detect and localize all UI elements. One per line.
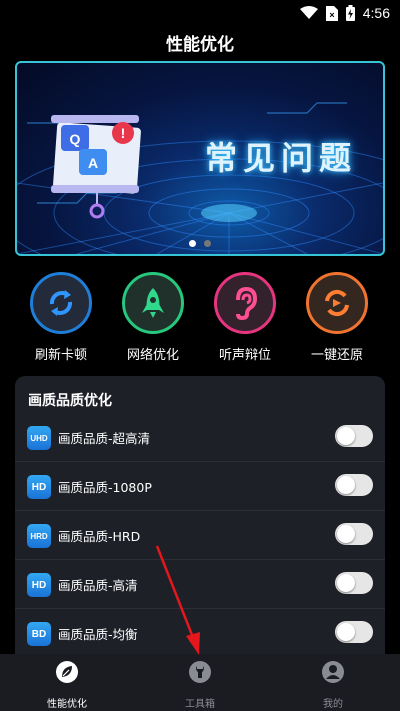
nav-item-toolbox[interactable]: 工具箱 — [155, 660, 245, 710]
nav-item-performance[interactable]: 性能优化 — [22, 660, 112, 710]
list-item-label: 画质品质-高清 — [58, 578, 138, 593]
toggle-switch[interactable] — [335, 572, 373, 594]
quick-action-label: 一键还原 — [310, 348, 363, 363]
list-item-label: 画质品质-超高清 — [58, 431, 151, 446]
sound-button[interactable] — [214, 272, 276, 334]
pagination-dot-active[interactable] — [189, 240, 196, 247]
toggle-knob — [337, 574, 355, 592]
toggle-switch[interactable] — [335, 621, 373, 643]
nav-label: 性能优化 — [47, 699, 87, 710]
leaf-icon — [56, 661, 78, 683]
list-item-label: 画质品质-HRD — [58, 529, 141, 544]
battery-icon — [345, 5, 355, 21]
list-item-label: 画质品质-均衡 — [58, 627, 138, 642]
network-button[interactable] — [122, 272, 184, 334]
quick-action-network[interactable]: 网络优化 — [108, 272, 198, 363]
refresh-button[interactable] — [30, 272, 92, 334]
qa-letter-a: A — [88, 155, 98, 171]
list-item: BD 画质品质-均衡 — [15, 609, 385, 658]
hd-badge-icon: HD — [27, 573, 51, 597]
nav-label: 我的 — [323, 699, 343, 710]
toggle-knob — [337, 476, 355, 494]
banner-title: 常见问题 — [205, 139, 358, 177]
list-item-label: 画质品质-1080P — [58, 480, 152, 495]
hrd-badge-icon: HRD — [27, 524, 51, 548]
list-item: HD 画质品质-高清 — [15, 560, 385, 609]
no-sim-icon: × — [325, 5, 338, 21]
status-bar: × 4:56 — [0, 0, 400, 26]
pagination-dot[interactable] — [204, 240, 211, 247]
quick-action-refresh[interactable]: 刷新卡顿 — [16, 272, 106, 363]
quick-actions: 刷新卡顿 网络优化 听声辩位 一键还原 — [0, 272, 400, 364]
banner-pagination — [0, 240, 400, 247]
toggle-switch[interactable] — [335, 474, 373, 496]
quick-action-label: 刷新卡顿 — [34, 348, 87, 363]
ear-icon — [236, 286, 258, 320]
faq-banner[interactable]: Q A ! 常见问题 — [15, 61, 385, 256]
toggle-knob — [337, 525, 355, 543]
svg-text:×: × — [329, 10, 334, 20]
page-title: 性能优化 — [166, 35, 234, 55]
section-title: 画质品质优化 — [28, 393, 112, 409]
refresh-icon — [49, 290, 73, 316]
qa-letter-q: Q — [70, 131, 81, 147]
toggle-knob — [337, 427, 355, 445]
list-item: HRD 画质品质-HRD — [15, 511, 385, 560]
bd-badge-icon: BD — [27, 622, 51, 646]
toggle-switch[interactable] — [335, 523, 373, 545]
toggle-switch[interactable] — [335, 425, 373, 447]
user-icon — [322, 661, 344, 683]
wrench-icon — [189, 661, 211, 683]
status-icons: × 4:56 — [299, 4, 390, 22]
restore-button[interactable] — [306, 272, 368, 334]
status-time: 4:56 — [362, 5, 390, 21]
quick-action-sound[interactable]: 听声辩位 — [200, 272, 290, 363]
uhd-badge-icon: UHD — [27, 426, 51, 450]
quick-action-label: 听声辩位 — [218, 348, 271, 363]
list-item: HD 画质品质-1080P — [15, 462, 385, 511]
nav-item-profile[interactable]: 我的 — [288, 660, 378, 710]
restore-icon — [325, 289, 349, 317]
quick-action-label: 网络优化 — [126, 348, 179, 363]
list-item: UHD 画质品质-超高清 — [15, 413, 385, 462]
hd-badge-icon: HD — [27, 475, 51, 499]
nav-label: 工具箱 — [185, 699, 215, 710]
wifi-icon — [299, 6, 318, 19]
qa-letter-exclaim: ! — [121, 125, 126, 141]
quality-card: 画质品质优化 UHD 画质品质-超高清 HD 画质品质-1080P HRD 画质… — [15, 376, 385, 676]
rocket-icon — [142, 288, 164, 318]
toggle-knob — [337, 623, 355, 641]
bottom-nav: 性能优化 工具箱 我的 — [0, 654, 400, 711]
quick-action-restore[interactable]: 一键还原 — [292, 272, 382, 363]
